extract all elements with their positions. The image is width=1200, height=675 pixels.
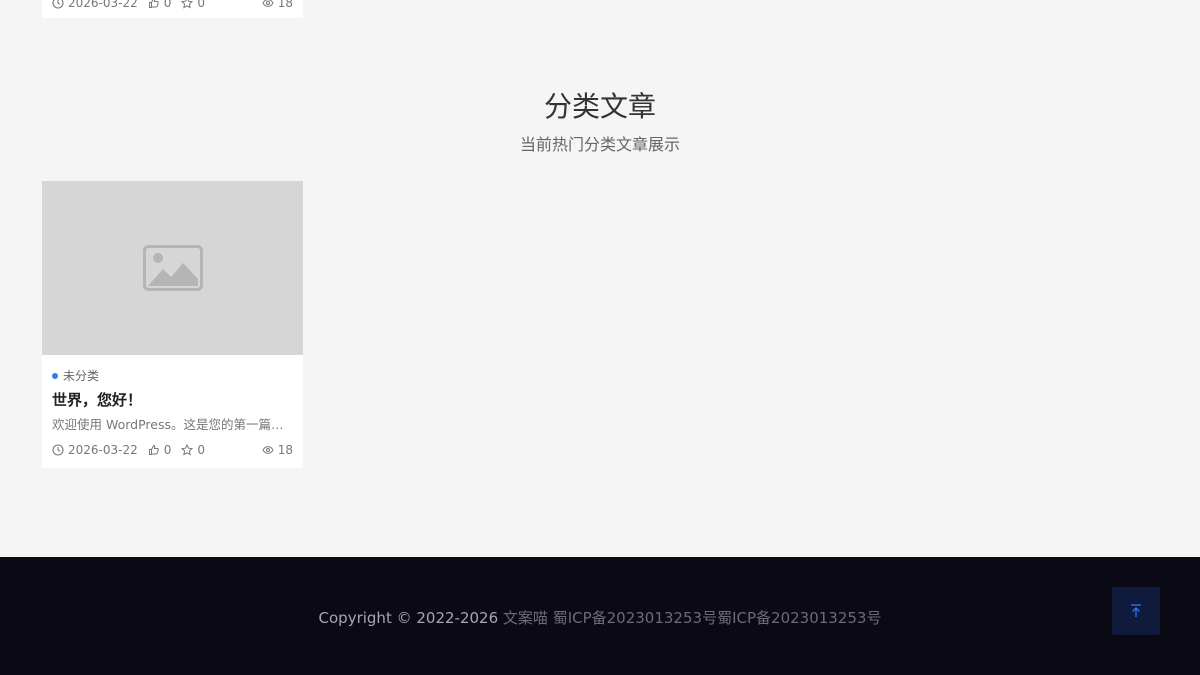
post-favorites[interactable]: 0: [181, 443, 205, 457]
clock-icon: [52, 444, 64, 456]
post-likes[interactable]: 0: [148, 0, 172, 10]
site-footer: Copyright © 2022-2026 文案喵 蜀ICP备202301325…: [0, 557, 1200, 675]
star-icon: [181, 444, 194, 456]
post-thumbnail[interactable]: [42, 181, 303, 355]
post-date-text: 2026-03-22: [68, 443, 138, 457]
post-meta: 2026-03-22 0 0 18: [52, 0, 293, 10]
post-card-previous[interactable]: 2026-03-22 0 0 18: [42, 0, 303, 18]
post-favorites[interactable]: 0: [181, 0, 205, 10]
post-title[interactable]: 世界，您好！: [52, 389, 142, 411]
post-excerpt: 欢迎使用 WordPress。这是您的第一篇文章。编辑或删除它，然后开始写作吧！: [52, 417, 292, 432]
footer-site-link[interactable]: 文案喵: [503, 609, 548, 627]
eye-icon: [262, 446, 274, 454]
post-likes-count: 0: [163, 0, 172, 10]
post-favorites-count: 0: [197, 443, 206, 457]
section-subtitle: 当前热门分类文章展示: [519, 135, 680, 154]
post-views-count: 18: [277, 0, 293, 10]
post-card[interactable]: 未分类 世界，您好！ 欢迎使用 WordPress。这是您的第一篇文章。编辑或删…: [42, 181, 303, 468]
post-views: 18: [262, 443, 293, 457]
post-date: 2026-03-22: [52, 443, 138, 457]
post-date: 2026-03-22: [52, 0, 138, 10]
thumbs-up-icon: [148, 444, 159, 455]
thumbs-up-icon: [148, 0, 159, 8]
star-icon: [181, 0, 194, 9]
post-views: 18: [262, 0, 293, 10]
post-category-label: 未分类: [63, 369, 100, 383]
footer-icp-link-2[interactable]: 蜀ICP备2023013253号: [717, 609, 881, 627]
post-date-text: 2026-03-22: [68, 0, 138, 10]
post-meta: 2026-03-22 0 0 18: [52, 443, 293, 457]
post-views-count: 18: [277, 443, 293, 457]
category-dot: [52, 372, 58, 379]
post-category[interactable]: 未分类: [52, 367, 99, 384]
footer-icp-link[interactable]: 蜀ICP备2023013253号: [553, 609, 717, 627]
section-title: 分类文章: [543, 90, 656, 123]
image-placeholder-icon: [142, 245, 203, 291]
post-likes[interactable]: 0: [148, 443, 172, 457]
post-likes-count: 0: [163, 443, 172, 457]
clock-icon: [52, 0, 64, 9]
copyright-text: Copyright © 2022-2026: [318, 609, 503, 627]
arrow-up-icon: [1131, 604, 1141, 617]
footer-copyright: Copyright © 2022-2026 文案喵 蜀ICP备202301325…: [0, 608, 1200, 628]
post-favorites-count: 0: [197, 0, 206, 10]
back-to-top-button[interactable]: [1112, 587, 1160, 635]
eye-icon: [262, 0, 274, 7]
